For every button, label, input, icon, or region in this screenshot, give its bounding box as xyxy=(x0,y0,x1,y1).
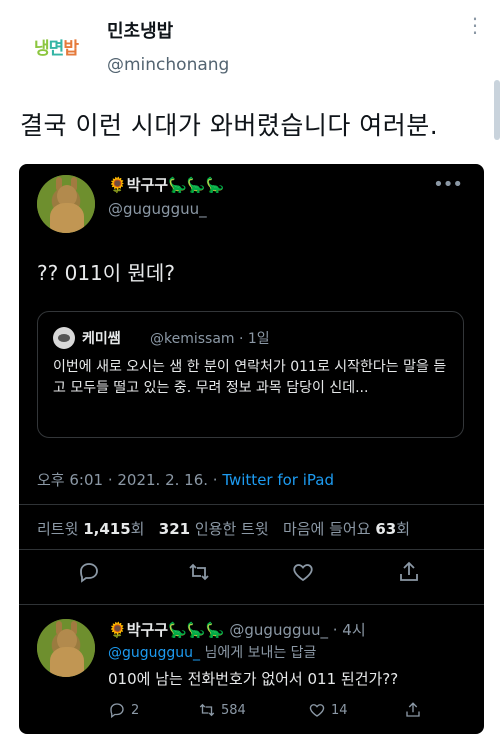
quote-tweet-stat[interactable]: 321 인용한 트윗 xyxy=(159,520,269,538)
author-handle[interactable]: @gugugguu_ xyxy=(108,200,207,218)
divider xyxy=(19,549,484,550)
more-options-icon[interactable]: ⋮ xyxy=(465,15,485,35)
dinosaur-icon: 🦕 xyxy=(205,621,225,639)
reply-actions: 2 584 14 xyxy=(108,701,468,725)
avatar[interactable] xyxy=(37,619,95,677)
quoted-tweet[interactable]: 케미쌤 @kemissam · 1일 이번에 새로 오시는 샘 한 분이 연락처… xyxy=(37,311,464,438)
more-options-icon[interactable]: ••• xyxy=(433,174,463,195)
dinosaur-icon: 🦕 xyxy=(168,176,187,194)
author-name[interactable]: 민초냉밥 xyxy=(107,17,173,43)
tweet-source-link[interactable]: Twitter for iPad xyxy=(222,471,334,489)
reply-text: 010에 남는 전화번호가 없어서 011 된건가?? xyxy=(108,670,399,688)
divider xyxy=(19,604,484,605)
quoted-author-handle: @kemissam · 1일 xyxy=(150,331,270,347)
reply-count: 2 xyxy=(131,702,140,718)
replying-to: @gugugguu_ 님에게 보내는 답글 xyxy=(108,645,317,661)
author-handle[interactable]: @minchonang xyxy=(107,55,229,75)
engagement-stats: 리트윗 1,415회 321 인용한 트윗 마음에 들어요 63회 xyxy=(37,518,410,539)
tweet-timestamp: 오후 6:01 · 2021. 2. 16. · Twitter for iPa… xyxy=(37,471,334,489)
retweet-stat[interactable]: 리트윗 1,415회 xyxy=(37,520,144,538)
tweet-actions xyxy=(19,560,484,594)
like-button[interactable]: 14 xyxy=(308,701,348,719)
reply-icon[interactable] xyxy=(77,560,107,590)
avatar[interactable] xyxy=(37,175,95,233)
reply-handle: @gugugguu_ · 4시 xyxy=(229,621,366,639)
dinosaur-icon: 🦕 xyxy=(205,176,225,194)
like-count: 14 xyxy=(331,702,348,718)
sunflower-icon: 🌻 xyxy=(108,621,127,639)
outer-tweet-header: 냉면밥 민초냉밥 @minchonang ⋮ xyxy=(0,0,500,95)
quoted-author-name: 케미쌤 xyxy=(82,331,121,347)
retweet-count: 584 xyxy=(221,702,246,718)
sunflower-icon: 🌻 xyxy=(108,176,127,194)
reply-icon xyxy=(110,703,124,719)
like-icon[interactable] xyxy=(291,560,321,590)
dinosaur-icon: 🦕 xyxy=(186,621,206,639)
tweet-text: ?? 011이 뭔데? xyxy=(37,261,175,285)
dinosaur-icon: 🦕 xyxy=(168,621,187,639)
avatar xyxy=(53,327,75,349)
tweet-text: 결국 이런 시대가 와버렸습니다 여러분. xyxy=(20,111,439,140)
retweet-button[interactable]: 584 xyxy=(198,701,246,719)
share-icon[interactable] xyxy=(397,560,427,590)
embedded-screenshot: 🌻박구구🦕🦕🦕 @gugugguu_ ••• ?? 011이 뭔데? 케미쌤 @… xyxy=(19,164,484,734)
share-icon xyxy=(406,702,420,717)
dinosaur-icon: 🦕 xyxy=(186,176,206,194)
reply-author[interactable]: 🌻박구구🦕🦕🦕 @gugugguu_ · 4시 xyxy=(108,619,366,640)
quoted-tweet-text: 이번에 새로 오시는 샘 한 분이 연락처가 011로 시작한다는 말을 듣고 … xyxy=(53,359,447,396)
mention-link[interactable]: @gugugguu_ xyxy=(108,645,200,661)
reply-button[interactable]: 2 xyxy=(108,701,139,719)
retweet-icon[interactable] xyxy=(187,560,217,590)
avatar[interactable]: 냉면밥 xyxy=(22,18,90,74)
scrollbar[interactable] xyxy=(494,80,500,140)
author-name[interactable]: 🌻박구구🦕🦕🦕 xyxy=(108,174,224,195)
retweet-icon xyxy=(199,703,215,717)
like-icon xyxy=(309,704,325,717)
brand-logo: 냉면밥 xyxy=(34,38,79,59)
like-stat[interactable]: 마음에 들어요 63회 xyxy=(283,520,410,538)
divider xyxy=(19,504,484,505)
share-button[interactable] xyxy=(404,701,422,719)
